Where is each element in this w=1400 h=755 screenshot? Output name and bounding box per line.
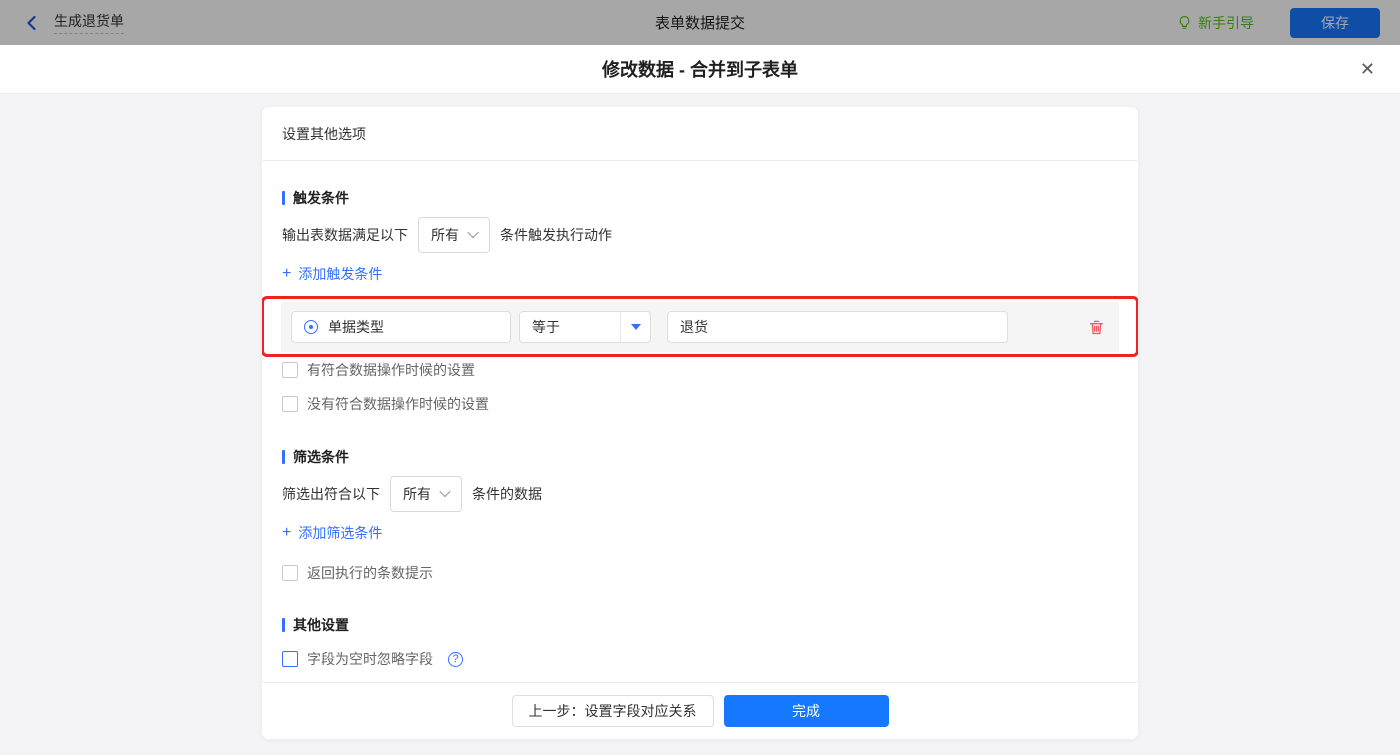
plus-icon: + bbox=[282, 524, 292, 541]
section-bar-icon bbox=[282, 450, 285, 464]
checkbox-no-match-label: 没有符合数据操作时候的设置 bbox=[307, 396, 489, 412]
add-trigger-condition-link[interactable]: + 添加触发条件 bbox=[282, 264, 382, 284]
back-chevron-icon[interactable] bbox=[24, 15, 40, 31]
trigger-match-prefix: 输出表数据满足以下 bbox=[282, 227, 408, 243]
checkbox-ignore-empty[interactable] bbox=[282, 651, 298, 667]
condition-field-value: 单据类型 bbox=[328, 319, 384, 335]
topbar: 生成退货单 表单数据提交 新手引导 保存 bbox=[0, 0, 1400, 45]
settings-card: 设置其他选项 触发条件 输出表数据满足以下 所有 条件触发执行动作 + 添加触发… bbox=[261, 106, 1139, 740]
filter-match-suffix: 条件的数据 bbox=[472, 486, 542, 502]
filter-match-prefix: 筛选出符合以下 bbox=[282, 486, 380, 502]
card-footer: 上一步：设置字段对应关系 完成 bbox=[262, 682, 1138, 739]
add-trigger-condition-label: 添加触发条件 bbox=[298, 266, 383, 282]
trigger-section-title: 触发条件 bbox=[282, 188, 1118, 208]
modal-title: 修改数据 - 合并到子表单 bbox=[602, 60, 798, 80]
modal-header: 修改数据 - 合并到子表单 ✕ bbox=[0, 45, 1400, 94]
topbar-left: 生成退货单 bbox=[24, 11, 124, 34]
trigger-match-row: 输出表数据满足以下 所有 条件触发执行动作 bbox=[282, 217, 1118, 253]
section-bar-icon bbox=[282, 618, 285, 632]
checkbox-count-hint-label: 返回执行的条数提示 bbox=[307, 565, 433, 581]
other-section-label: 其他设置 bbox=[293, 617, 349, 633]
filter-match-select[interactable]: 所有 bbox=[390, 476, 462, 512]
radio-field-icon bbox=[304, 320, 318, 334]
checkbox-no-match[interactable] bbox=[282, 396, 298, 412]
checkbox-row-count-hint: 返回执行的条数提示 bbox=[282, 563, 1118, 583]
filter-section-label: 筛选条件 bbox=[293, 449, 349, 465]
topbar-title: 表单数据提交 bbox=[654, 15, 746, 32]
chevron-down-icon bbox=[467, 226, 479, 238]
trigger-section-label: 触发条件 bbox=[293, 190, 349, 206]
add-filter-condition-link[interactable]: + 添加筛选条件 bbox=[282, 523, 382, 543]
close-icon[interactable]: ✕ bbox=[1360, 60, 1375, 78]
filter-match-row: 筛选出符合以下 所有 条件的数据 bbox=[282, 476, 1118, 512]
modal-body: 设置其他选项 触发条件 输出表数据满足以下 所有 条件触发执行动作 + 添加触发… bbox=[0, 94, 1400, 755]
beginner-guide-label: 新手引导 bbox=[1198, 14, 1254, 31]
trigger-match-value: 所有 bbox=[431, 227, 459, 243]
checkbox-row-ignore-empty: 字段为空时忽略字段 ? bbox=[282, 649, 1118, 669]
caret-down-icon bbox=[630, 324, 641, 330]
trigger-match-select[interactable]: 所有 bbox=[418, 217, 490, 253]
workflow-name[interactable]: 生成退货单 bbox=[54, 11, 124, 34]
add-filter-condition-label: 添加筛选条件 bbox=[298, 525, 383, 541]
card-content: 触发条件 输出表数据满足以下 所有 条件触发执行动作 + 添加触发条件 单据类型… bbox=[262, 161, 1138, 682]
checkbox-ignore-empty-label: 字段为空时忽略字段 bbox=[307, 651, 433, 667]
condition-row: 单据类型 等于 bbox=[281, 302, 1119, 352]
trash-icon[interactable] bbox=[1088, 319, 1105, 336]
topbar-right: 新手引导 保存 bbox=[1177, 7, 1380, 38]
operator-arrow-zone bbox=[620, 312, 650, 342]
edit-data-modal: 修改数据 - 合并到子表单 ✕ 设置其他选项 触发条件 输出表数据满足以下 所有 bbox=[0, 45, 1400, 755]
help-circle-icon[interactable]: ? bbox=[448, 651, 463, 667]
checkbox-has-match-label: 有符合数据操作时候的设置 bbox=[307, 362, 475, 378]
filter-match-value: 所有 bbox=[403, 486, 431, 502]
plus-icon: + bbox=[282, 265, 292, 282]
checkbox-count-hint[interactable] bbox=[282, 565, 298, 581]
filter-section-title: 筛选条件 bbox=[282, 447, 1118, 467]
condition-operator-value: 等于 bbox=[532, 319, 560, 335]
chevron-down-icon bbox=[439, 485, 451, 497]
condition-field-select[interactable]: 单据类型 bbox=[291, 311, 511, 343]
condition-operator-select[interactable]: 等于 bbox=[519, 311, 651, 343]
lightbulb-icon bbox=[1177, 15, 1192, 30]
save-button[interactable]: 保存 bbox=[1290, 7, 1380, 38]
other-section-title: 其他设置 bbox=[282, 615, 1118, 635]
done-button[interactable]: 完成 bbox=[723, 695, 889, 727]
beginner-guide-link[interactable]: 新手引导 bbox=[1177, 13, 1254, 33]
trigger-match-suffix: 条件触发执行动作 bbox=[500, 227, 612, 243]
section-bar-icon bbox=[282, 191, 285, 205]
checkbox-has-match[interactable] bbox=[282, 362, 298, 378]
card-header-title: 设置其他选项 bbox=[262, 107, 1138, 161]
prev-step-button[interactable]: 上一步：设置字段对应关系 bbox=[511, 695, 714, 727]
highlight-box: 单据类型 等于 bbox=[262, 296, 1138, 357]
condition-value-input[interactable] bbox=[667, 311, 1008, 343]
screen: 生成退货单 表单数据提交 新手引导 保存 修改数据 - 合并到子表单 ✕ 设置其… bbox=[0, 0, 1400, 755]
checkbox-row-no-match: 没有符合数据操作时候的设置 bbox=[282, 394, 1118, 414]
checkbox-row-has-match: 有符合数据操作时候的设置 bbox=[282, 360, 1118, 380]
